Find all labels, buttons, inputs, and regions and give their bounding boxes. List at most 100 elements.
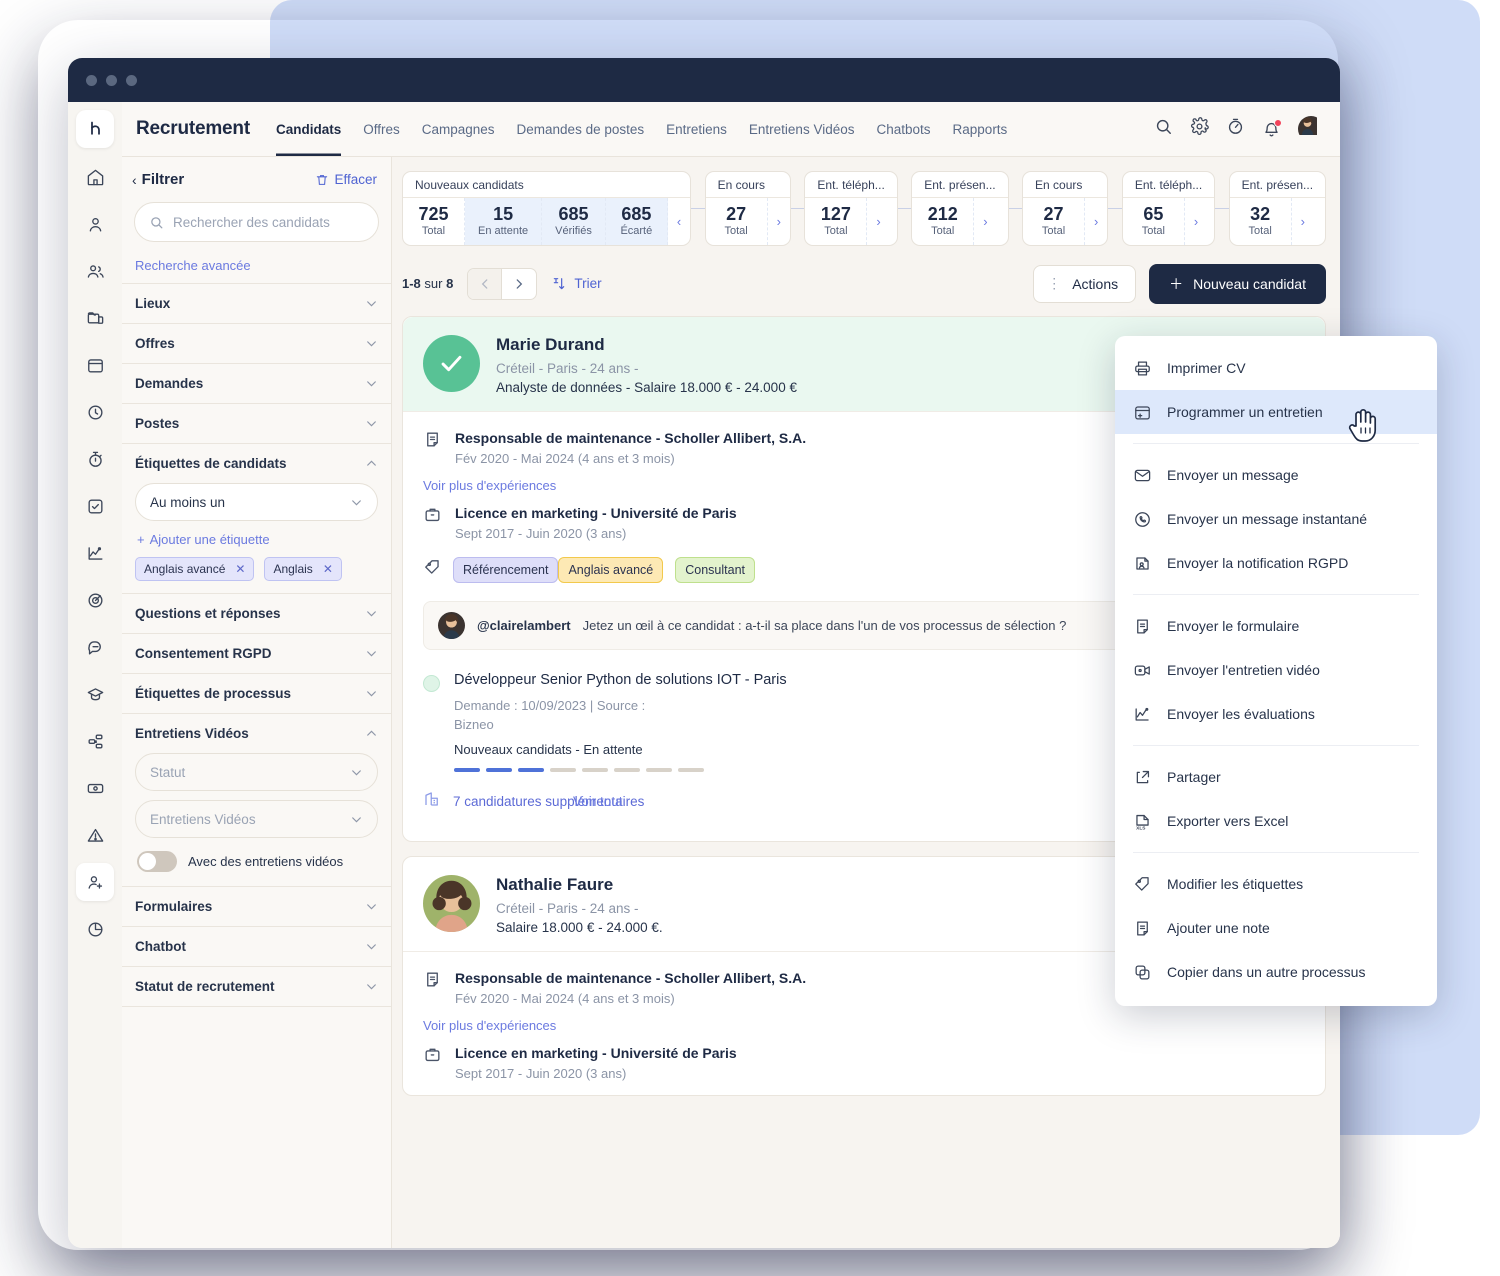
menu-item-ajouter-une-note[interactable]: Ajouter une note — [1115, 906, 1437, 950]
sidebar-item-analytics[interactable] — [76, 534, 114, 572]
tag-badge[interactable]: Consultant — [675, 556, 756, 583]
actions-button[interactable]: ⋮ Actions — [1033, 264, 1137, 303]
sidebar-item-workflow[interactable] — [76, 722, 114, 760]
menu-item-modifier-les-etiquettes[interactable]: Modifier les étiquettes — [1115, 862, 1437, 906]
tab-campagnes[interactable]: Campagnes — [422, 102, 495, 156]
sidebar-item-users[interactable] — [76, 252, 114, 290]
add-tag-button[interactable]: + Ajouter une étiquette — [135, 530, 378, 557]
filter-section-offres[interactable]: Offres — [122, 323, 391, 363]
selected-check-icon[interactable] — [423, 334, 480, 392]
collapse-filter-icon[interactable]: ‹ — [132, 172, 137, 188]
kpi-next-arrow[interactable]: › — [867, 198, 889, 245]
kpi-card-ent-telephonique-1[interactable]: Ent. téléph... 127 Total › — [804, 171, 898, 246]
sidebar-item-home[interactable] — [76, 158, 114, 196]
kpi-cell[interactable]: 15 En attente — [465, 198, 543, 245]
tab-offres[interactable]: Offres — [363, 102, 400, 156]
bell-icon[interactable] — [1262, 118, 1282, 139]
video-interview-select[interactable]: Entretiens Vidéos — [135, 800, 378, 838]
tab-chatbots[interactable]: Chatbots — [876, 102, 930, 156]
kpi-next-arrow[interactable]: › — [1185, 198, 1207, 245]
menu-item-programmer-un-entretien[interactable]: Programmer un entretien — [1115, 390, 1437, 434]
kpi-next-arrow[interactable]: › — [1085, 198, 1107, 245]
menu-item-envoyer-un-message[interactable]: Envoyer un message — [1115, 453, 1437, 497]
window-minimize-dot[interactable] — [106, 74, 117, 86]
video-status-select[interactable]: Statut — [135, 753, 378, 791]
kpi-prev-arrow[interactable]: ‹ — [668, 198, 690, 245]
window-maximize-dot[interactable] — [126, 74, 137, 86]
kpi-cell[interactable]: 127 Total — [805, 198, 868, 245]
menu-item-envoyer-le-formulaire[interactable]: Envoyer le formulaire — [1115, 604, 1437, 648]
prev-page-button[interactable] — [468, 268, 503, 299]
filter-section-questions-reponses[interactable]: Questions et réponses — [122, 593, 391, 633]
kpi-card-en-cours-1[interactable]: En cours 27 Total › — [704, 171, 791, 246]
sidebar-item-folder[interactable] — [76, 299, 114, 337]
video-interview-toggle-row[interactable]: Avec des entretiens vidéos — [135, 847, 378, 886]
kpi-card-ent-telephonique-2[interactable]: Ent. téléph... 65 Total › — [1121, 171, 1216, 246]
sidebar-item-alerts[interactable] — [76, 816, 114, 854]
clear-filters-button[interactable]: Effacer — [315, 172, 377, 187]
tag-match-select[interactable]: Au moins un — [135, 483, 378, 521]
kpi-next-arrow[interactable]: › — [1292, 198, 1314, 245]
menu-item-partager[interactable]: Partager — [1115, 755, 1437, 799]
note-author[interactable]: @clairelambert — [477, 618, 571, 633]
filter-section-postes[interactable]: Postes — [122, 403, 391, 443]
tab-rapports[interactable]: Rapports — [953, 102, 1008, 156]
see-more-experiences-link[interactable]: Voir plus d'expériences — [423, 1006, 1305, 1035]
filter-section-demandes[interactable]: Demandes — [122, 363, 391, 403]
kpi-cell[interactable]: 725 Total — [403, 198, 465, 245]
filter-section-consentement-rgpd[interactable]: Consentement RGPD — [122, 633, 391, 673]
tab-candidats[interactable]: Candidats — [276, 102, 341, 156]
menu-item-envoyer-un-message-instantane[interactable]: Envoyer un message instantané — [1115, 497, 1437, 541]
search-input[interactable]: Rechercher des candidats — [134, 202, 379, 242]
kpi-cell[interactable]: 685 Vérifiés — [542, 198, 606, 245]
gear-icon[interactable] — [1190, 117, 1209, 141]
filter-section-header[interactable]: Entretiens Vidéos — [135, 714, 378, 753]
menu-item-envoyer-la-notification-rgpd[interactable]: Envoyer la notification RGPD — [1115, 541, 1437, 585]
kpi-card-ent-presentiel-1[interactable]: Ent. présen... 212 Total › — [911, 171, 1009, 246]
menu-item-envoyer-entretien-video[interactable]: Envoyer l'entretien vidéo — [1115, 648, 1437, 692]
sidebar-item-clock[interactable] — [76, 393, 114, 431]
filter-section-chatbot[interactable]: Chatbot — [122, 926, 391, 966]
candidate-name[interactable]: Marie Durand — [496, 335, 797, 355]
filter-section-header[interactable]: Étiquettes de candidats — [135, 444, 378, 483]
tab-entretiens-videos[interactable]: Entretiens Vidéos — [749, 102, 855, 156]
close-icon[interactable]: ✕ — [235, 562, 245, 576]
kpi-cell[interactable]: 27 Total — [1023, 198, 1086, 245]
window-close-dot[interactable] — [86, 74, 97, 86]
filter-section-formulaires[interactable]: Formulaires — [122, 886, 391, 926]
sidebar-item-goals[interactable] — [76, 581, 114, 619]
new-candidate-button[interactable]: ＋ Nouveau candidat — [1149, 263, 1326, 304]
sidebar-item-tasks[interactable] — [76, 487, 114, 525]
sidebar-item-user[interactable] — [76, 205, 114, 243]
advanced-search-link[interactable]: Recherche avancée — [122, 242, 391, 283]
sidebar-item-chat[interactable] — [76, 628, 114, 666]
kpi-cell[interactable]: 685 Écarté — [605, 198, 668, 245]
sidebar-item-reports[interactable] — [76, 910, 114, 948]
menu-item-exporter-vers-excel[interactable]: XLS Exporter vers Excel — [1115, 799, 1437, 843]
candidate-name[interactable]: Nathalie Faure — [496, 875, 663, 895]
sidebar-item-training[interactable] — [76, 675, 114, 713]
see-all-link[interactable]: Voir tout — [573, 794, 623, 809]
process-title[interactable]: Développeur Senior Python de solutions I… — [454, 672, 1190, 688]
app-logo[interactable] — [76, 110, 114, 148]
kpi-card-nouveaux-candidats[interactable]: Nouveaux candidats 725 Total 15 En attente… — [402, 171, 692, 246]
menu-item-copier-dans-un-autre-processus[interactable]: Copier dans un autre processus — [1115, 950, 1437, 994]
kpi-next-arrow[interactable]: › — [974, 198, 996, 245]
sidebar-item-recruitment[interactable] — [76, 863, 114, 901]
kpi-cell[interactable]: 27 Total — [706, 198, 768, 245]
close-icon[interactable]: ✕ — [323, 562, 333, 576]
candidate-avatar[interactable] — [423, 874, 480, 932]
filter-section-etiquettes-processus[interactable]: Étiquettes de processus — [122, 673, 391, 713]
tag-chip[interactable]: Anglais ✕ — [264, 557, 342, 581]
avatar[interactable] — [1298, 116, 1324, 142]
next-page-button[interactable] — [502, 269, 536, 299]
tag-badge[interactable]: Anglais avancé — [558, 556, 664, 583]
menu-item-imprimer-cv[interactable]: Imprimer CV — [1115, 346, 1437, 390]
sidebar-item-stopwatch[interactable] — [76, 440, 114, 478]
tag-badge[interactable]: Référencement — [453, 556, 559, 583]
menu-item-envoyer-les-evaluations[interactable]: Envoyer les évaluations — [1115, 692, 1437, 736]
kpi-cell[interactable]: 32 Total — [1230, 198, 1292, 245]
sidebar-item-payroll[interactable] — [76, 769, 114, 807]
kpi-card-en-cours-2[interactable]: En cours 27 Total › — [1022, 171, 1109, 246]
kpi-cell[interactable]: 212 Total — [912, 198, 975, 245]
